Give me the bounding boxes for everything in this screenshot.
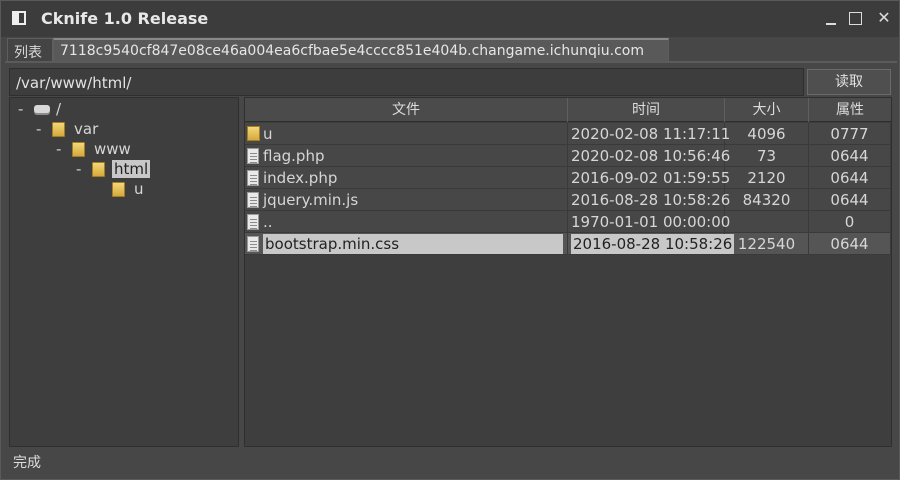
column-header-name[interactable]: 文件 <box>245 98 568 122</box>
maximize-button[interactable] <box>847 10 863 26</box>
minimize-button[interactable] <box>823 10 839 26</box>
cell-attr: 0644 <box>809 167 891 189</box>
cell-time: 2020-02-08 11:17:11 <box>568 123 730 145</box>
file-icon <box>247 214 259 230</box>
cell-time: 1970-01-01 00:00:00 <box>568 211 730 233</box>
tab-divider <box>5 61 897 63</box>
table-row[interactable]: index.php 2016-09-02 01:59:55 2120 0644 <box>245 167 891 189</box>
main-window: Cknife 1.0 Release ✕ 列表 7118c9540cf847e0… <box>0 0 900 480</box>
file-icon <box>247 236 259 252</box>
path-input[interactable]: /var/www/html/ <box>9 68 804 96</box>
file-time: 2016-08-28 10:58:26 <box>571 191 731 209</box>
tree-node-label: / <box>56 100 62 118</box>
file-time: 2016-08-28 10:58:26 <box>571 234 735 254</box>
cell-name: u <box>245 123 568 145</box>
status-text: 完成 <box>13 455 41 471</box>
cell-size: 2120 <box>725 167 809 189</box>
cell-name: .. <box>245 211 568 233</box>
cell-size <box>725 211 809 233</box>
tree-node-label: www <box>94 140 131 158</box>
column-header-attr[interactable]: 属性 <box>809 98 891 122</box>
file-name: jquery.min.js <box>263 191 359 209</box>
column-header-size[interactable]: 大小 <box>725 98 809 122</box>
tree-node-label: var <box>74 120 99 138</box>
folder-icon <box>72 142 85 157</box>
file-time: 2020-02-08 11:17:11 <box>571 125 731 143</box>
cell-time: 2020-02-08 10:56:46 <box>568 145 730 167</box>
table-row[interactable]: .. 1970-01-01 00:00:00 0 <box>245 211 891 233</box>
file-name: bootstrap.min.css <box>263 234 563 254</box>
file-table[interactable]: 文件 时间 大小 属性 u 2020-02-08 11:17:11 4096 0… <box>244 97 892 447</box>
folder-icon <box>247 126 260 141</box>
table-header: 文件 时间 大小 属性 <box>245 98 891 122</box>
folder-icon <box>112 182 125 197</box>
file-time: 1970-01-01 00:00:00 <box>571 213 731 231</box>
cell-size: 122540 <box>725 233 809 255</box>
table-row[interactable]: u 2020-02-08 11:17:11 4096 0777 <box>245 123 891 145</box>
cell-name: bootstrap.min.css <box>245 233 568 255</box>
file-name: .. <box>263 213 273 231</box>
tree-expander[interactable]: - <box>56 140 61 158</box>
file-name: index.php <box>263 169 338 187</box>
file-time: 2020-02-08 10:56:46 <box>571 147 731 165</box>
disk-icon <box>34 105 50 113</box>
read-button[interactable]: 读取 <box>807 69 891 95</box>
tab-list[interactable]: 列表 <box>7 38 53 62</box>
tree-expander[interactable]: - <box>76 160 81 178</box>
column-header-time[interactable]: 时间 <box>568 98 725 122</box>
app-icon <box>12 11 26 25</box>
cell-time: 2016-08-28 10:58:26 <box>568 189 730 211</box>
close-button[interactable]: ✕ <box>876 10 892 26</box>
folder-icon <box>92 162 105 177</box>
tree-node-label: u <box>134 180 144 198</box>
file-icon <box>247 170 259 186</box>
cell-size: 73 <box>725 145 809 167</box>
tree-expander[interactable]: - <box>18 100 23 118</box>
cell-time: 2016-08-28 10:58:26 <box>568 233 735 255</box>
cell-attr: 0 <box>809 211 891 233</box>
file-time: 2016-09-02 01:59:55 <box>571 169 731 187</box>
file-name: u <box>263 125 273 143</box>
cell-attr: 0644 <box>809 189 891 211</box>
table-row[interactable]: flag.php 2020-02-08 10:56:46 73 0644 <box>245 145 891 167</box>
cell-name: flag.php <box>245 145 568 167</box>
cell-time: 2016-09-02 01:59:55 <box>568 167 730 189</box>
cell-attr: 0644 <box>809 233 891 255</box>
file-name: flag.php <box>263 147 325 165</box>
title-bar[interactable]: Cknife 1.0 Release ✕ <box>1 1 899 37</box>
cell-name: index.php <box>245 167 568 189</box>
directory-tree[interactable]: - / - var - www - html u <box>9 97 239 447</box>
table-row-selected[interactable]: bootstrap.min.css 2016-08-28 10:58:26 12… <box>245 233 891 255</box>
cell-size: 4096 <box>725 123 809 145</box>
cell-attr: 0777 <box>809 123 891 145</box>
cell-name: jquery.min.js <box>245 189 568 211</box>
table-row[interactable]: jquery.min.js 2016-08-28 10:58:26 84320 … <box>245 189 891 211</box>
cell-size: 84320 <box>725 189 809 211</box>
file-icon <box>247 192 259 208</box>
file-icon <box>247 148 259 164</box>
tree-node-label: html <box>112 160 151 178</box>
tree-expander[interactable]: - <box>36 120 41 138</box>
window-title: Cknife 1.0 Release <box>41 9 209 28</box>
cell-attr: 0644 <box>809 145 891 167</box>
folder-icon <box>52 122 65 137</box>
tab-host[interactable]: 7118c9540cf847e08ce46a004ea6cfbae5e4cccc… <box>53 38 669 62</box>
